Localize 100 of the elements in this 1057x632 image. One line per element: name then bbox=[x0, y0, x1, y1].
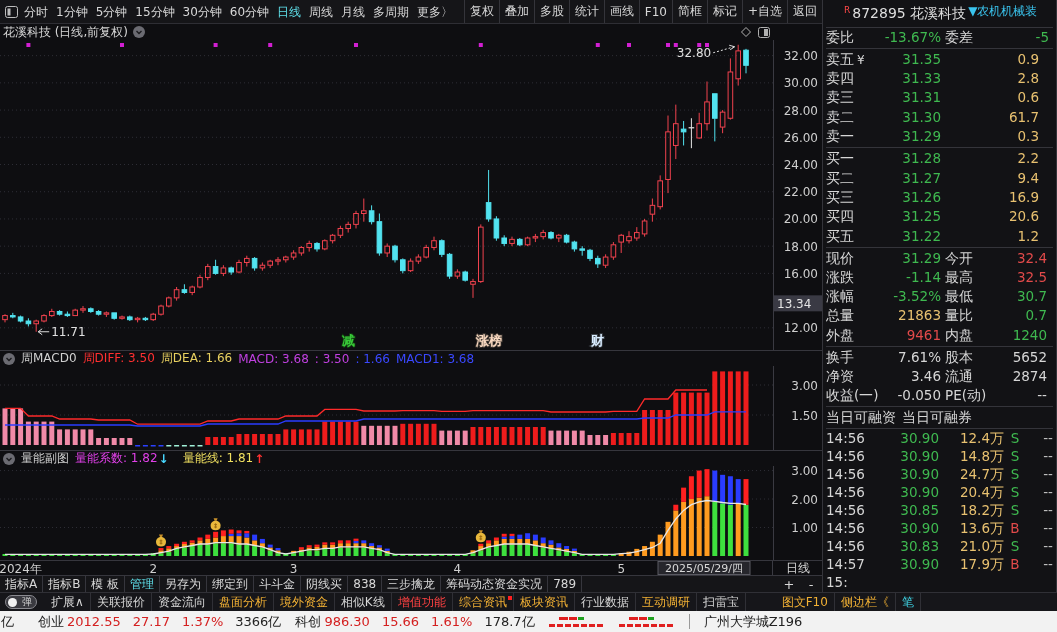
trade-volume: 14.8万 bbox=[958, 449, 1004, 464]
field-value: 32.5 bbox=[1015, 271, 1048, 285]
trade-price: 30.90 bbox=[899, 449, 939, 464]
trade-price: 30.83 bbox=[899, 539, 939, 554]
field-label: 最低 bbox=[944, 290, 974, 304]
field-value: 5652 bbox=[1011, 350, 1048, 365]
trade-time: 14:57 bbox=[826, 557, 866, 572]
price-value: 31.28 bbox=[901, 152, 941, 166]
index-percent: 1.37% bbox=[182, 614, 224, 629]
trade-status-text: -- bbox=[1042, 539, 1053, 554]
index-amount: 178.7亿 bbox=[484, 612, 535, 631]
field-value: -5 bbox=[1034, 31, 1050, 45]
field-label: 内盘 bbox=[944, 328, 974, 343]
trade-time: 14:56 bbox=[826, 449, 866, 464]
price-value: 31.31 bbox=[901, 91, 941, 105]
field-value: -3.52% bbox=[892, 290, 941, 304]
price-value: 31.35 bbox=[901, 52, 941, 67]
field-value: 7.61% bbox=[897, 350, 941, 365]
trade-price: 30.90 bbox=[899, 485, 939, 500]
volume-value: 2.2 bbox=[1016, 152, 1040, 166]
legend-text: 量能系数: 1.82 bbox=[75, 450, 158, 467]
field-label: PE(动) bbox=[944, 389, 988, 403]
field-value: 1240 bbox=[1011, 328, 1048, 343]
field-value: 9461 bbox=[905, 328, 941, 343]
index-value: 2012.55 bbox=[67, 614, 121, 629]
field-label: 现价 bbox=[826, 251, 855, 266]
field-label: 量比 bbox=[944, 309, 974, 323]
field-label: 流通 bbox=[944, 369, 974, 384]
x-tick-label: 5 bbox=[617, 561, 625, 575]
trade-volume: 18.2万 bbox=[958, 503, 1004, 518]
price-value: 31.33 bbox=[901, 72, 941, 86]
event-label: 财 bbox=[591, 333, 605, 348]
trade-time: 14:56 bbox=[826, 503, 866, 518]
price-tick-label: 22.00 bbox=[783, 185, 818, 200]
x-tick-label: 4 bbox=[453, 561, 462, 575]
price-value: 31.27 bbox=[901, 171, 941, 186]
trade-status-text: -- bbox=[1042, 557, 1053, 572]
price-value: 31.30 bbox=[901, 110, 941, 125]
price-value: 31.25 bbox=[901, 210, 941, 224]
trade-status-text: -- bbox=[1042, 521, 1053, 536]
volume-value: 2.8 bbox=[1016, 72, 1040, 86]
trend-arrow: ↓ bbox=[158, 451, 169, 466]
status-text: 亿 bbox=[1, 612, 14, 631]
trade-side: S bbox=[1009, 539, 1021, 554]
trade-side: S bbox=[1009, 503, 1021, 518]
field-label: 委差 bbox=[944, 31, 974, 45]
price-value: 31.26 bbox=[901, 190, 941, 205]
event-label: 减 bbox=[341, 333, 355, 348]
field-label: 买二 bbox=[826, 171, 854, 186]
price-tick-label: 18.00 bbox=[783, 239, 818, 254]
field-label: 外盘 bbox=[826, 328, 855, 343]
volume-tick-label: 2.00 bbox=[791, 492, 818, 507]
trade-side: S bbox=[1009, 449, 1021, 464]
x-tick-label: 2024年 bbox=[0, 561, 42, 575]
financing-label: 当日可融券 bbox=[902, 408, 972, 427]
macd-tick-label: 1.50 bbox=[791, 408, 818, 423]
macd-tick-label: 3.00 bbox=[791, 378, 818, 393]
volume-value: 20.6 bbox=[1007, 210, 1040, 224]
legend-text: : 3.50 bbox=[314, 351, 350, 366]
field-value: 31.29 bbox=[901, 251, 941, 266]
trade-volume: 24.7万 bbox=[958, 467, 1004, 482]
trade-volume: 20.4万 bbox=[958, 485, 1004, 500]
field-label: 涨跌 bbox=[826, 271, 855, 285]
price-value: 31.22 bbox=[901, 229, 941, 244]
legend-text: 周DEA: 1.66 bbox=[160, 350, 233, 367]
trend-arrow: ↑ bbox=[254, 451, 265, 466]
volume-value: 9.4 bbox=[1016, 171, 1040, 186]
event-label: 涨榜 bbox=[475, 333, 502, 348]
volume-tick-label: 1.00 bbox=[791, 521, 818, 536]
trade-side: B bbox=[1009, 521, 1021, 536]
volume-value: 0.9 bbox=[1016, 52, 1040, 67]
financing-label: 当日可融资 bbox=[826, 408, 896, 427]
volume-value: 1.2 bbox=[1016, 229, 1040, 244]
price-tick-label: 12.00 bbox=[783, 321, 818, 336]
trade-price: 30.90 bbox=[899, 467, 939, 482]
volume-value: 0.3 bbox=[1016, 130, 1040, 144]
field-label: 最高 bbox=[944, 271, 974, 285]
stock-title: 872895 花溪科技 bbox=[852, 4, 967, 23]
field-label: 总量 bbox=[826, 309, 855, 323]
field-value: 0.7 bbox=[1024, 309, 1048, 323]
field-label: 卖二 bbox=[826, 110, 854, 125]
field-value: 3.46 bbox=[909, 369, 941, 384]
trade-time: 14:56 bbox=[826, 485, 866, 500]
trade-price: 30.90 bbox=[899, 431, 939, 446]
field-label: 买三 bbox=[826, 190, 854, 205]
field-value: 30.7 bbox=[1015, 290, 1048, 304]
trade-volume: 13.6万 bbox=[958, 521, 1004, 536]
index-change: 15.66 bbox=[381, 614, 420, 629]
field-value: -13.67% bbox=[883, 31, 941, 45]
trade-status-text: -- bbox=[1042, 467, 1053, 482]
field-value: -1.14 bbox=[905, 271, 941, 285]
trade-side: B bbox=[1009, 557, 1021, 572]
volume-value: 16.9 bbox=[1007, 190, 1040, 205]
trade-time: 14:56 bbox=[826, 431, 866, 446]
volume-value: 61.7 bbox=[1007, 110, 1040, 125]
trade-side: S bbox=[1009, 485, 1021, 500]
field-value: 2874 bbox=[1011, 369, 1048, 384]
legend-text: 量能线: 1.81 bbox=[182, 450, 254, 467]
field-label: 买一 bbox=[826, 152, 854, 166]
trade-price: 30.90 bbox=[899, 557, 939, 572]
